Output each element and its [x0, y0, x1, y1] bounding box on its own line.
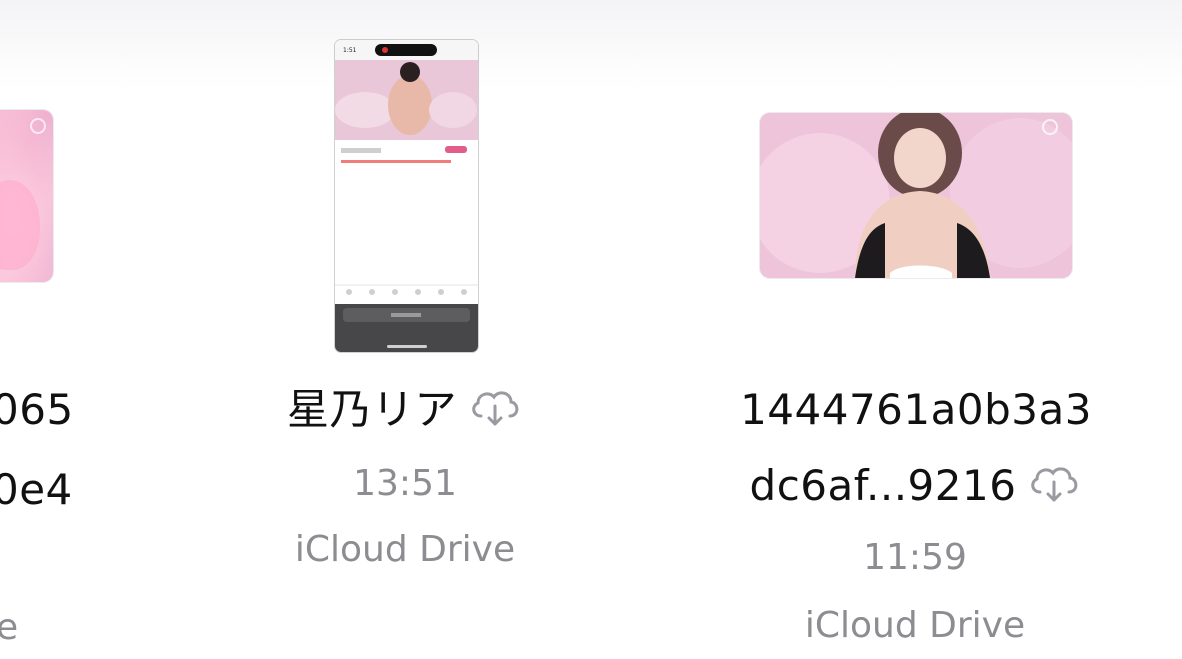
cloud-download-icon[interactable] — [1026, 462, 1082, 516]
file-thumbnail-2[interactable]: 1:51 — [335, 40, 478, 352]
file-name-1-line2: 0e4 — [0, 465, 73, 514]
file-thumbnail-3[interactable] — [760, 113, 1072, 278]
file-name-3-line2: dc6af...9216 — [665, 460, 1167, 516]
video-badge-icon — [30, 118, 46, 134]
files-grid: 065 0e4 e 1:51 星乃リア 13:51 iCloud Drive 1… — [0, 0, 1182, 659]
file-name-2-text: 星乃リア — [286, 385, 457, 434]
thumbnail-image — [0, 180, 40, 270]
file-name-2: 星乃リア — [255, 384, 555, 440]
phone-screenshot-image: 1:51 — [335, 40, 478, 352]
file-location-2: iCloud Drive — [294, 529, 516, 570]
file-thumbnail-1[interactable] — [0, 110, 53, 282]
cloud-download-icon[interactable] — [467, 386, 523, 440]
thumbnail-image — [760, 113, 1072, 278]
file-time-2: 13:51 — [353, 463, 457, 504]
file-name-1-line1: 065 — [0, 385, 74, 434]
file-location-3: iCloud Drive — [804, 605, 1026, 646]
file-name-3-line1: 1444761a0b3a3 — [740, 385, 1092, 434]
file-location-1: e — [0, 607, 19, 648]
file-time-3: 11:59 — [863, 537, 967, 578]
svg-text:1:51: 1:51 — [343, 47, 357, 54]
file-name-3-line2-text: dc6af...9216 — [749, 461, 1017, 510]
